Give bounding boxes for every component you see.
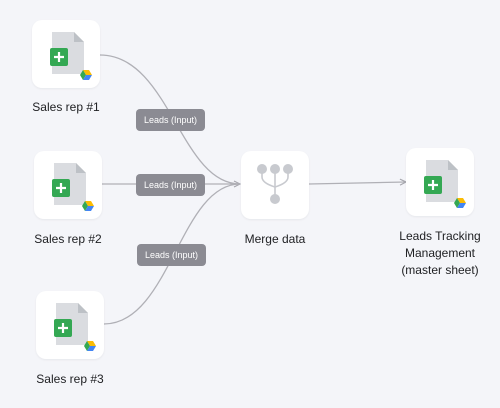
node-label-sales-rep-1: Sales rep #1 xyxy=(32,100,100,114)
google-sheets-icon xyxy=(424,160,466,208)
node-label-merge-data: Merge data xyxy=(244,232,306,246)
node-merge-data[interactable] xyxy=(241,151,309,219)
node-label-sales-rep-3: Sales rep #3 xyxy=(36,372,104,386)
google-sheets-icon xyxy=(54,303,96,351)
node-label-sales-rep-2: Sales rep #2 xyxy=(34,232,102,246)
node-sales-rep-3[interactable] xyxy=(36,291,104,359)
master-label-line-3: (master sheet) xyxy=(401,263,479,277)
edge-label-rep3: Leads (Input) xyxy=(137,244,207,266)
node-label-master-sheet: Leads Tracking Management (master sheet) xyxy=(385,228,495,279)
edge-merge-master xyxy=(308,182,406,184)
node-sales-rep-1[interactable] xyxy=(32,20,100,88)
merge-icon xyxy=(257,164,293,204)
google-sheets-icon xyxy=(52,163,94,211)
node-sales-rep-2[interactable] xyxy=(34,151,102,219)
edge-label-rep1: Leads (Input) xyxy=(136,109,206,131)
google-sheets-icon xyxy=(50,32,92,80)
edge-label-rep2: Leads (Input) xyxy=(136,174,206,196)
master-label-line-1: Leads Tracking xyxy=(399,229,481,243)
master-label-line-2: Management xyxy=(404,246,476,260)
node-master-sheet[interactable] xyxy=(406,148,474,216)
